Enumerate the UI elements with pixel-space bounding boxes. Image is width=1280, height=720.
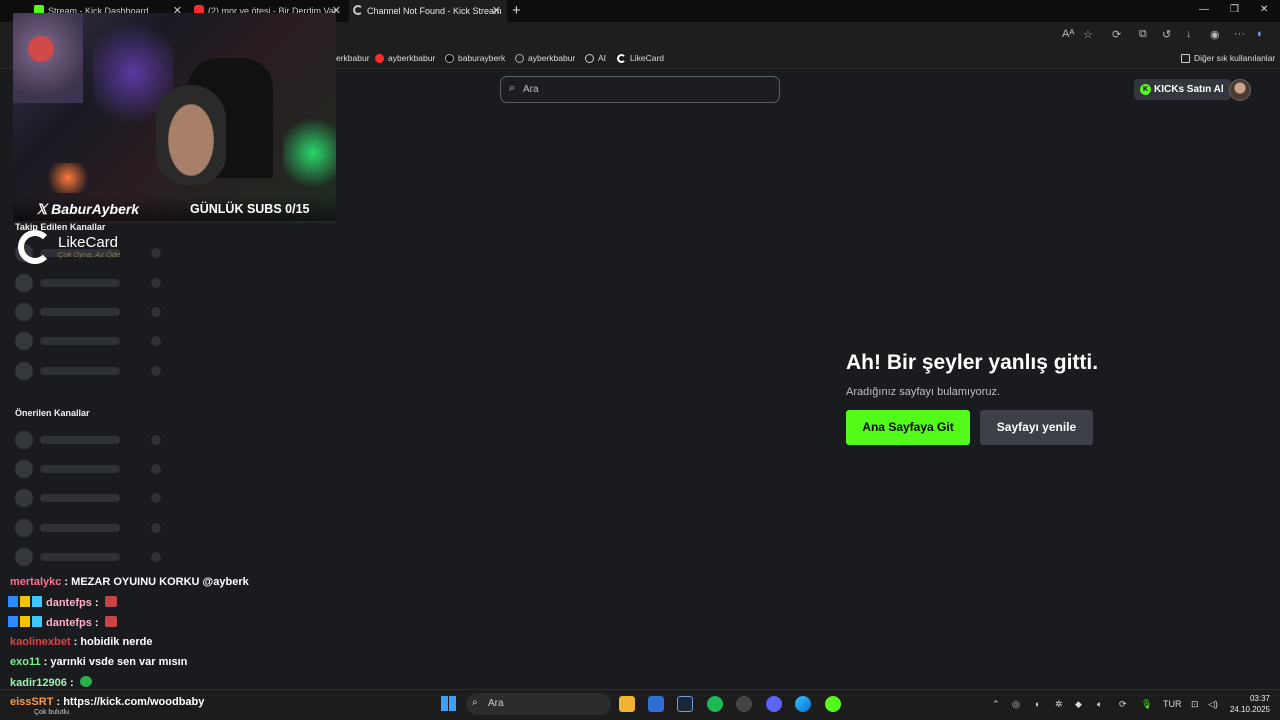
weather-status: Çok bulutlu — [34, 709, 70, 716]
read-aloud-icon[interactable]: Aᴬ — [1062, 28, 1074, 40]
channel-skeleton — [15, 274, 165, 292]
error-subtitle: Aradığınız sayfayı bulamıyoruz. — [846, 386, 1001, 398]
emote-icon — [79, 676, 92, 687]
folder-icon — [1181, 53, 1190, 63]
chat-message: dantefps : — [8, 616, 117, 629]
emote-icon — [104, 596, 117, 607]
volume-icon[interactable]: ◁) — [1208, 699, 1218, 710]
channel-skeleton — [15, 303, 165, 321]
emote-icon — [104, 616, 117, 627]
search-icon: ⌕ — [472, 697, 478, 708]
channel-skeleton — [15, 489, 165, 507]
chat-message: kadir12906 : — [10, 676, 92, 689]
steam-icon[interactable] — [677, 696, 693, 712]
daily-subs-counter: GÜNLÜK SUBS 0/15 — [190, 202, 310, 216]
tray-app-icon[interactable]: ◎ — [1012, 699, 1020, 710]
streamer-handle: 𝕏 BaburAyberk — [36, 201, 140, 217]
downloads-icon[interactable]: ↓ — [1186, 28, 1192, 40]
search-icon: ⌕ — [509, 82, 516, 94]
discord-icon[interactable] — [766, 696, 782, 712]
chat-message: dantefps : — [8, 596, 117, 609]
sponsor-logo: LikeCard Çok Oyna, Az Öde — [18, 230, 138, 266]
buy-kicks-button[interactable]: K KICKs Satın Al — [1134, 79, 1231, 100]
error-title: Ah! Bir şeyler yanlış gitti. — [846, 351, 1099, 374]
close-icon[interactable]: ✕ — [492, 4, 501, 17]
edge-icon[interactable] — [795, 696, 811, 712]
favorite-star-icon[interactable]: ☆ — [1083, 28, 1093, 41]
chat-message: eissSRT : https://kick.com/woodbaby Çok b… — [10, 696, 205, 716]
likecard-icon — [617, 53, 626, 63]
other-bookmarks[interactable]: Diğer sık kullanılanlar — [1181, 53, 1275, 63]
microphone-icon[interactable]: 🎙︎ — [1141, 699, 1152, 710]
kicks-coin-icon: K — [1140, 84, 1151, 95]
bookmark-item[interactable]: ayberkbabur — [375, 53, 435, 63]
loading-icon — [353, 5, 363, 15]
x-logo-icon: 𝕏 — [36, 201, 52, 217]
channel-skeleton — [15, 332, 165, 350]
suggested-channels-title: Önerilen Kanallar — [15, 408, 90, 418]
profile-icon[interactable]: ◉ — [1210, 28, 1220, 41]
store-icon[interactable] — [648, 696, 664, 712]
tray-app-icon[interactable]: ◖ — [1034, 699, 1039, 709]
bookmark-item[interactable]: LikeCard — [617, 53, 664, 63]
obs-icon[interactable] — [736, 696, 752, 712]
taskbar-search[interactable]: ⌕ Ara — [466, 693, 611, 715]
chat-message: exo11 : yarınki vsde sen var mısın — [10, 656, 188, 668]
webcam-overlay — [13, 13, 336, 223]
file-explorer-icon[interactable] — [619, 696, 635, 712]
bookmark-item[interactable]: erkbabur — [336, 53, 370, 63]
tray-sync-icon[interactable]: ⟳ — [1119, 699, 1127, 710]
bookmark-item[interactable]: ayberkbabur — [515, 53, 575, 63]
chat-message: kaolinexbet : hobidik nerde — [10, 636, 153, 648]
start-icon[interactable] — [441, 696, 456, 711]
collections-icon[interactable]: ⧉ — [1139, 28, 1147, 41]
tray-chevron-icon[interactable]: ⌃ — [992, 699, 1000, 710]
minimize-icon[interactable]: — — [1199, 4, 1209, 15]
tray-steam-icon[interactable]: ◆ — [1075, 699, 1082, 710]
extensions-icon[interactable]: ⟳ — [1112, 28, 1121, 41]
tiktok-icon — [515, 53, 524, 63]
channel-skeleton — [15, 519, 165, 537]
chat-badges-icon — [8, 616, 42, 627]
more-menu-icon[interactable]: ··· — [1234, 28, 1245, 40]
x-icon — [445, 53, 454, 63]
channel-skeleton — [15, 362, 165, 380]
kick-icon[interactable] — [825, 696, 841, 712]
window-close-icon[interactable]: ✕ — [1260, 4, 1268, 15]
clock[interactable]: 03:37 24.10.2025 — [1228, 693, 1270, 715]
restore-icon[interactable]: ❐ — [1230, 4, 1239, 15]
network-icon[interactable]: ⊡ — [1191, 699, 1199, 710]
ai-icon — [585, 53, 594, 63]
chat-badges-icon — [8, 596, 42, 607]
copilot-icon[interactable]: ◐ — [1257, 28, 1264, 40]
search-input[interactable]: ⌕ Ara — [500, 76, 780, 103]
language-indicator[interactable]: TUR — [1163, 699, 1182, 709]
history-icon[interactable]: ↺ — [1162, 28, 1171, 41]
spotify-icon[interactable] — [707, 696, 723, 712]
bookmark-item[interactable]: baburayberk — [445, 53, 505, 63]
bookmark-item[interactable]: AI — [585, 53, 606, 63]
youtube-icon — [375, 53, 384, 63]
go-home-button[interactable]: Ana Sayfaya Git — [846, 410, 970, 445]
tab-label: Channel Not Found - Kick Stream — [367, 6, 502, 16]
tray-app-icon[interactable]: ✲ — [1055, 699, 1063, 710]
likecard-icon — [18, 230, 52, 264]
avatar[interactable] — [1229, 79, 1251, 101]
channel-skeleton — [15, 431, 165, 449]
channel-skeleton — [15, 460, 165, 478]
tab-channel-not-found[interactable]: Channel Not Found - Kick Stream ✕ — [349, 0, 507, 22]
chat-message: mertalykc : MEZAR OYUINU KORKU @ayberk — [10, 576, 249, 588]
tray-audio-icon[interactable]: 🔈︎ — [1097, 699, 1102, 710]
channel-skeleton — [15, 548, 165, 566]
reload-page-button[interactable]: Sayfayı yenile — [980, 410, 1093, 445]
new-tab-icon[interactable]: + — [512, 2, 521, 19]
